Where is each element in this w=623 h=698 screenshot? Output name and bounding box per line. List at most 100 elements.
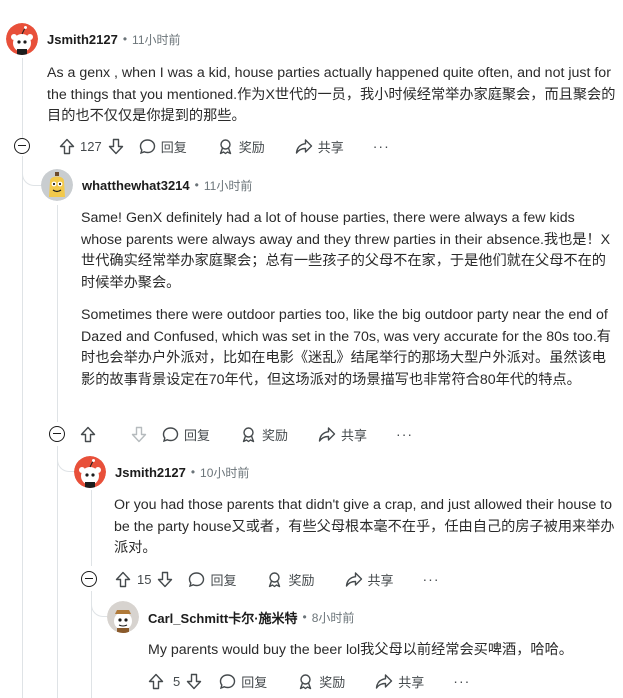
comment-paragraph: Or you had those parents that didn't giv…	[114, 497, 615, 556]
award-button[interactable]: 奖励	[240, 425, 288, 444]
speech-bubble-icon	[189, 571, 205, 587]
speech-bubble-icon	[139, 138, 155, 154]
thread-connector	[22, 156, 42, 186]
speech-bubble-icon	[162, 426, 179, 442]
share-arrow-icon	[376, 673, 393, 689]
more-options-button[interactable]: ···	[423, 571, 440, 587]
reply-button[interactable]: 回复	[139, 137, 187, 156]
award-button[interactable]: 奖励	[217, 137, 265, 156]
arrow-down-icon	[187, 673, 202, 689]
more-options-button[interactable]: ···	[453, 673, 470, 689]
reply-label: 回复	[160, 139, 187, 155]
award-label: 奖励	[288, 572, 315, 588]
award-ribbon-icon	[300, 673, 312, 689]
award-button[interactable]: 奖励	[297, 672, 345, 691]
comment-actions: 15 回复 奖励 共享 ···	[81, 566, 440, 592]
timestamp[interactable]: 8小时前	[312, 609, 355, 626]
comment-actions: 127 回复 奖励 共享 ···	[14, 133, 390, 159]
username[interactable]: Carl_Schmitt卡尔·施米特	[148, 608, 298, 627]
separator-dot: •	[194, 178, 199, 192]
upvote-button[interactable]	[148, 673, 164, 690]
avatar[interactable]	[107, 601, 139, 633]
arrow-down-icon	[108, 138, 123, 154]
arrow-up-icon	[80, 426, 96, 442]
award-label: 奖励	[319, 674, 346, 690]
comment-actions: 回复 奖励 共享 ···	[49, 421, 413, 447]
comment-paragraph: My parents would buy the beer lol我父母以前经常…	[148, 642, 573, 658]
downvote-button[interactable]	[186, 673, 202, 690]
timestamp[interactable]: 10小时前	[200, 464, 249, 481]
comment-actions: 5 回复 奖励 共享 ···	[148, 668, 470, 694]
more-options-button[interactable]: ···	[373, 138, 390, 154]
comment: Jsmith2127 • 10小时前 Or you had those pare…	[74, 455, 619, 560]
thread-connector	[57, 446, 75, 472]
share-arrow-icon	[318, 426, 336, 442]
avatar[interactable]	[74, 456, 106, 488]
comment-body: Or you had those parents that didn't giv…	[114, 495, 616, 560]
collapse-minus-icon[interactable]	[81, 571, 97, 587]
separator-dot: •	[122, 32, 128, 46]
more-options-button[interactable]: ···	[396, 426, 413, 442]
award-ribbon-icon	[269, 571, 281, 587]
share-button[interactable]: 共享	[295, 137, 344, 156]
vote-count: 5	[173, 673, 181, 689]
reply-button[interactable]: 回复	[188, 570, 236, 589]
reply-label: 回复	[210, 572, 237, 588]
thread-line-level-1-children	[22, 156, 23, 698]
username[interactable]: Jsmith2127	[115, 465, 186, 480]
award-label: 奖励	[238, 139, 265, 155]
reply-button[interactable]: 回复	[219, 672, 267, 691]
thread-connector	[91, 591, 107, 617]
comment-body: Same! GenX definitely had a lot of house…	[81, 208, 619, 391]
share-button[interactable]: 共享	[318, 425, 367, 444]
upvote-button[interactable]	[80, 426, 96, 443]
share-button[interactable]: 共享	[345, 570, 394, 589]
upvote-button[interactable]	[115, 571, 131, 588]
comment-paragraph: Same! GenX definitely had a lot of house…	[81, 210, 611, 291]
comment-body: As a genx , when I was a kid, house part…	[47, 63, 618, 128]
reply-label: 回复	[184, 427, 211, 443]
comment-header: Jsmith2127 • 11小时前	[6, 22, 616, 56]
downvote-button[interactable]	[157, 571, 173, 588]
timestamp[interactable]: 11小时前	[204, 177, 252, 194]
collapse-minus-icon[interactable]	[49, 426, 65, 442]
award-ribbon-icon	[219, 138, 231, 154]
downvote-button[interactable]	[131, 426, 147, 443]
vote-count: 15	[137, 571, 152, 587]
comment-paragraph: As a genx , when I was a kid, house part…	[47, 65, 616, 124]
comment: Jsmith2127 • 11小时前 As a genx , when I wa…	[6, 22, 616, 128]
share-label: 共享	[398, 674, 425, 690]
arrow-down-icon	[158, 571, 173, 587]
comment-header: Carl_Schmitt卡尔·施米特 • 8小时前	[107, 600, 619, 634]
separator-dot: •	[302, 610, 307, 624]
reply-button[interactable]: 回复	[162, 425, 210, 444]
share-button[interactable]: 共享	[375, 672, 424, 691]
arrow-up-icon	[59, 138, 75, 154]
share-arrow-icon	[345, 571, 362, 587]
vote-count: 127	[80, 138, 102, 154]
username[interactable]: whatthewhat3214	[82, 178, 190, 193]
award-label: 奖励	[262, 427, 289, 443]
collapse-minus-icon[interactable]	[14, 138, 30, 154]
username[interactable]: Jsmith2127	[47, 32, 118, 47]
separator-dot: •	[190, 465, 196, 479]
reply-label: 回复	[241, 674, 268, 690]
comment: whatthewhat3214 • 11小时前 Same! GenX defin…	[41, 168, 621, 391]
upvote-button[interactable]	[59, 138, 75, 155]
award-ribbon-icon	[242, 426, 255, 442]
arrow-down-icon	[131, 426, 147, 442]
share-label: 共享	[367, 572, 394, 588]
comment-header: whatthewhat3214 • 11小时前	[41, 168, 621, 202]
share-label: 共享	[341, 427, 368, 443]
downvote-button[interactable]	[108, 138, 124, 155]
share-arrow-icon	[295, 138, 312, 154]
avatar[interactable]	[6, 23, 38, 55]
timestamp[interactable]: 11小时前	[132, 31, 180, 48]
arrow-up-icon	[115, 571, 131, 587]
comment-body: My parents would buy the beer lol我父母以前经常…	[148, 640, 618, 662]
thread-line-level-2-children	[57, 446, 58, 698]
award-button[interactable]: 奖励	[266, 570, 315, 589]
comment: Carl_Schmitt卡尔·施米特 • 8小时前 My parents wou…	[107, 600, 619, 662]
avatar[interactable]	[41, 169, 73, 201]
arrow-up-icon	[148, 673, 164, 689]
